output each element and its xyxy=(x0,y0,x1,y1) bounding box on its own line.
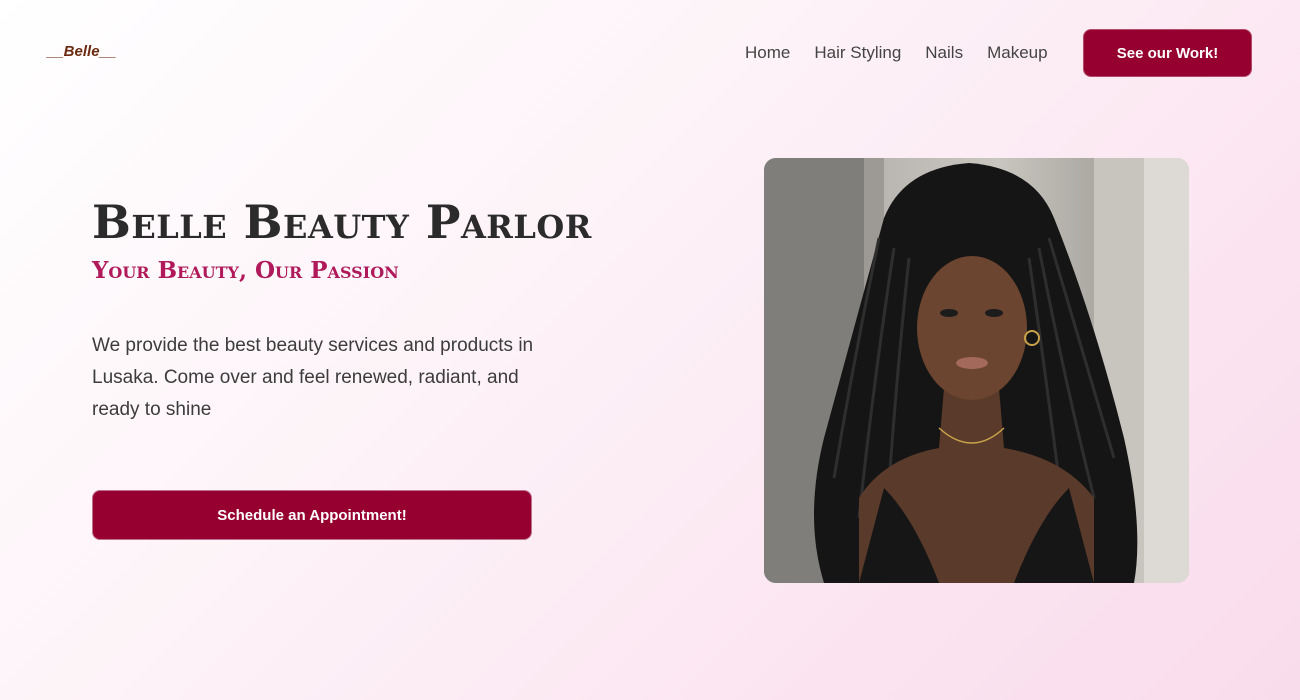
nav-link-makeup[interactable]: Makeup xyxy=(987,43,1047,63)
nav-link-home[interactable]: Home xyxy=(745,43,790,63)
hero-description: We provide the best beauty services and … xyxy=(92,335,534,420)
nav-link-hair-styling[interactable]: Hair Styling xyxy=(814,43,901,63)
hero-photo xyxy=(764,158,1189,583)
page-title: Belle Beauty Parlor xyxy=(92,195,592,249)
page-subtitle: Your Beauty, Our Passion xyxy=(92,257,399,284)
see-our-work-button[interactable]: See our Work! xyxy=(1083,29,1252,77)
schedule-appointment-button[interactable]: Schedule an Appointment! xyxy=(92,490,532,540)
main-nav: Home Hair Styling Nails Makeup xyxy=(745,43,1048,63)
nav-link-nails[interactable]: Nails xyxy=(925,43,963,63)
site-logo[interactable]: __Belle__ xyxy=(47,43,116,60)
